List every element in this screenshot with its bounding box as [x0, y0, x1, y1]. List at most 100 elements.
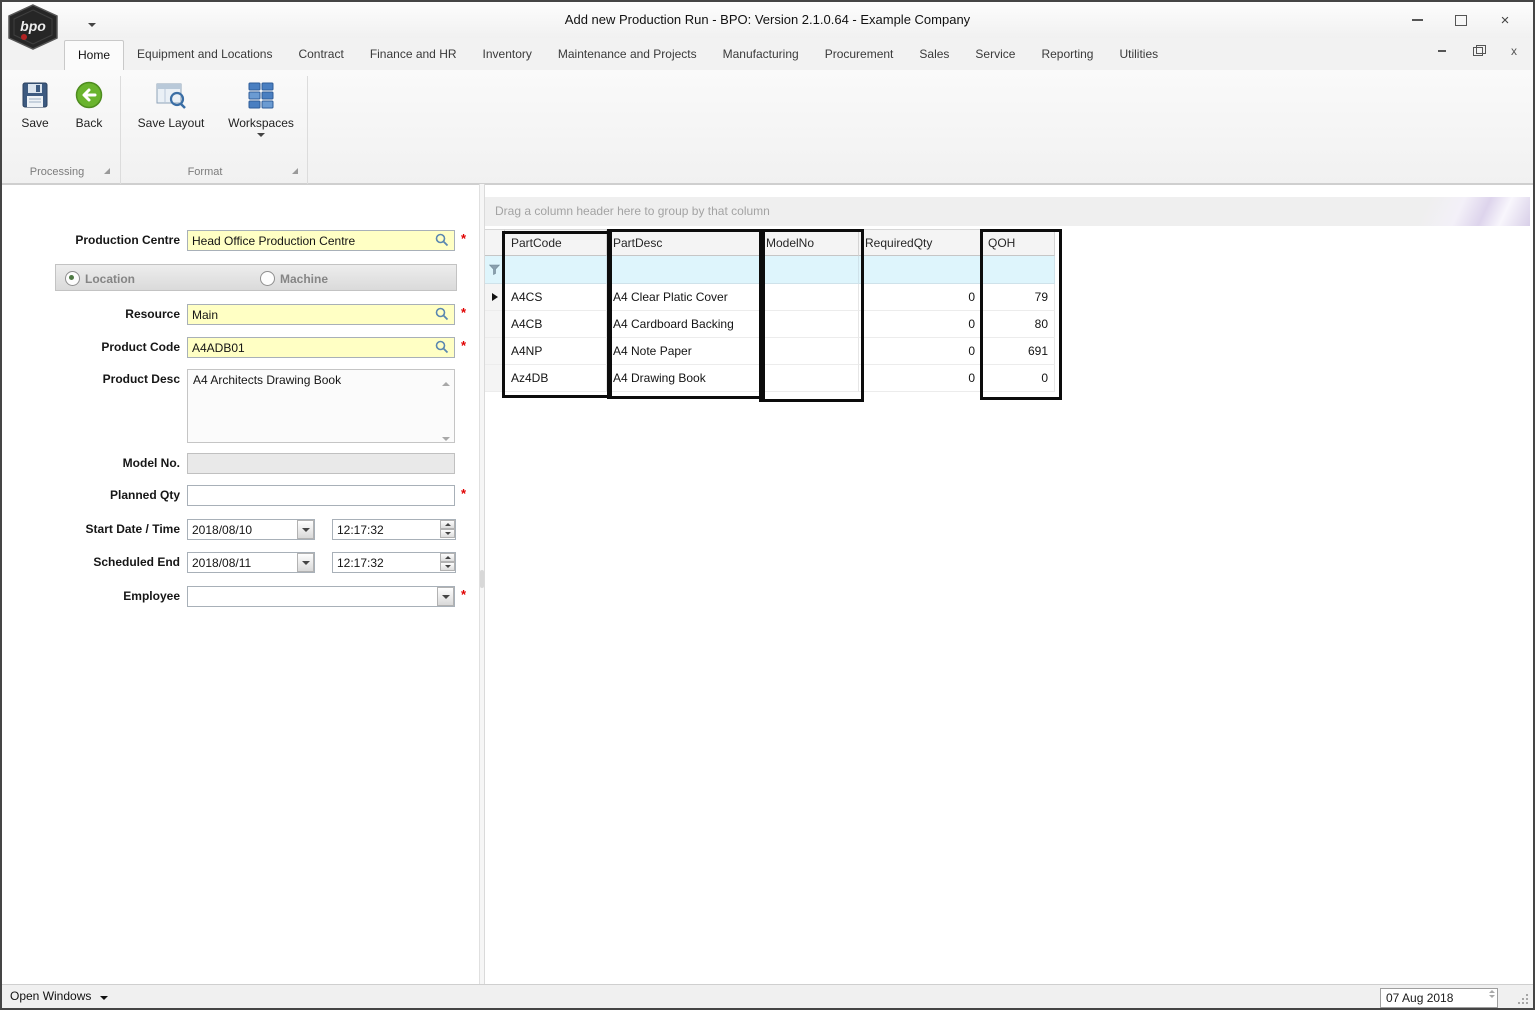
status-date-spin-down-icon[interactable]: [1489, 995, 1495, 998]
bpo-logo: bpo: [8, 4, 58, 50]
minimize-button[interactable]: [1395, 6, 1439, 34]
row-3-requiredqty: 0: [859, 338, 982, 365]
tab-equipment-and-locations[interactable]: Equipment and Locations: [124, 40, 285, 70]
end-date-dropdown-button[interactable]: [297, 553, 314, 572]
child-minimize-icon: [1438, 50, 1446, 52]
tab-contract[interactable]: Contract: [285, 40, 356, 70]
maximize-button[interactable]: [1439, 6, 1483, 34]
location-machine-toggle: Location Machine: [55, 264, 457, 291]
group-by-bar[interactable]: Drag a column header here to group by th…: [485, 197, 1530, 226]
workspaces-button[interactable]: Workspaces: [220, 78, 302, 154]
save-button-label: Save: [21, 116, 49, 130]
machine-radio[interactable]: [260, 271, 275, 286]
tab-home[interactable]: Home: [64, 40, 125, 70]
tab-reporting[interactable]: Reporting: [1028, 40, 1106, 70]
end-date-input[interactable]: [187, 552, 315, 573]
production-centre-search-icon[interactable]: [435, 233, 449, 247]
column-header-partdesc[interactable]: PartDesc: [607, 229, 760, 256]
product-desc-scroll-up-icon[interactable]: [442, 375, 450, 389]
product-code-search-icon[interactable]: [435, 340, 449, 354]
resource-search-icon[interactable]: [435, 307, 449, 321]
location-radio[interactable]: [65, 271, 80, 286]
row-1-requiredqty: 0: [859, 284, 982, 311]
child-restore-icon: [1473, 44, 1486, 56]
start-date-dropdown-button[interactable]: [297, 520, 314, 539]
filter-cell-partcode[interactable]: [505, 256, 607, 284]
status-bar: Open Windows 07 Aug 2018: [2, 984, 1533, 1008]
resize-grip[interactable]: [1516, 992, 1530, 1006]
status-date-spin-up-icon[interactable]: [1489, 990, 1495, 993]
product-desc-textarea[interactable]: A4 Architects Drawing Book: [187, 369, 455, 443]
resource-input[interactable]: [187, 304, 455, 325]
filter-cell-modelno[interactable]: [760, 256, 859, 284]
machine-radio-label: Machine: [280, 272, 329, 286]
product-code-required-marker: *: [461, 338, 467, 353]
tab-utilities[interactable]: Utilities: [1106, 40, 1171, 70]
grid-row-3[interactable]: A4NP A4 Note Paper 0 691: [485, 338, 1055, 365]
row-1-indicator: [485, 284, 505, 311]
window-controls: ×: [1395, 2, 1527, 38]
app-window: bpo Add new Production Run - BPO: Versio…: [0, 0, 1535, 1010]
start-time-input[interactable]: [332, 519, 456, 540]
filter-cell-partdesc[interactable]: [607, 256, 760, 284]
column-header-modelno[interactable]: ModelNo: [760, 229, 859, 256]
title-bar: bpo Add new Production Run - BPO: Versio…: [2, 2, 1533, 50]
format-dialog-launcher-icon[interactable]: [292, 168, 298, 174]
start-time-spin-up-button[interactable]: [440, 520, 455, 529]
tab-maintenance-and-projects[interactable]: Maintenance and Projects: [545, 40, 710, 70]
planned-qty-required-marker: *: [461, 486, 467, 501]
back-icon: [75, 81, 103, 109]
workspaces-dropdown-icon[interactable]: [257, 133, 265, 137]
row-1-partdesc: A4 Clear Platic Cover: [607, 284, 760, 311]
end-time-input[interactable]: [332, 552, 456, 573]
workspaces-button-label: Workspaces: [228, 116, 294, 130]
open-windows-button[interactable]: Open Windows: [10, 989, 108, 1003]
save-layout-button[interactable]: Save Layout: [130, 78, 212, 154]
grid-indicator-header: [485, 229, 505, 256]
row-3-modelno: [760, 338, 859, 365]
tab-manufacturing[interactable]: Manufacturing: [710, 40, 812, 70]
filter-cell-qoh[interactable]: [982, 256, 1055, 284]
close-button[interactable]: ×: [1483, 6, 1527, 34]
row-4-requiredqty: 0: [859, 365, 982, 392]
tab-sales[interactable]: Sales: [906, 40, 962, 70]
planned-qty-input[interactable]: [187, 485, 455, 506]
back-button[interactable]: Back: [66, 78, 112, 154]
grid-filter-row: [485, 256, 1055, 284]
child-minimize-button[interactable]: [1433, 42, 1451, 60]
tab-inventory[interactable]: Inventory: [470, 40, 545, 70]
end-time-spin-up-button[interactable]: [440, 553, 455, 562]
processing-dialog-launcher-icon[interactable]: [104, 168, 110, 174]
employee-input[interactable]: [187, 586, 455, 607]
start-date-input[interactable]: [187, 519, 315, 540]
employee-dropdown-button[interactable]: [437, 587, 454, 606]
status-date-picker[interactable]: 07 Aug 2018: [1380, 988, 1498, 1008]
start-time-spin-down-button[interactable]: [440, 529, 455, 538]
row-1-qoh: 79: [982, 284, 1055, 311]
save-button[interactable]: Save: [14, 78, 56, 154]
tab-procurement[interactable]: Procurement: [812, 40, 907, 70]
row-4-partdesc: A4 Drawing Book: [607, 365, 760, 392]
row-2-indicator: [485, 311, 505, 338]
child-restore-button[interactable]: [1469, 42, 1487, 60]
filter-icon[interactable]: [489, 264, 500, 275]
tab-service[interactable]: Service: [962, 40, 1028, 70]
ribbon-tab-bar: Home Equipment and Locations Contract Fi…: [2, 38, 1533, 70]
panel-splitter-grip[interactable]: [480, 570, 484, 588]
column-header-qoh[interactable]: QOH: [982, 229, 1055, 256]
grid-row-2[interactable]: A4CB A4 Cardboard Backing 0 80: [485, 311, 1055, 338]
child-close-button[interactable]: x: [1505, 42, 1523, 60]
filter-cell-requiredqty[interactable]: [859, 256, 982, 284]
tab-finance-and-hr[interactable]: Finance and HR: [357, 40, 470, 70]
grid-row-4[interactable]: Az4DB A4 Drawing Book 0 0: [485, 365, 1055, 392]
ribbon: Save Back Save Layout Workspaces Process…: [2, 70, 1533, 226]
start-date-time-label: Start Date / Time: [85, 522, 180, 536]
grid-row-1[interactable]: A4CS A4 Clear Platic Cover 0 79: [485, 284, 1055, 311]
product-code-input[interactable]: [187, 337, 455, 358]
production-centre-input[interactable]: [187, 230, 455, 251]
product-desc-scroll-down-icon[interactable]: [442, 430, 450, 444]
end-time-spin-down-button[interactable]: [440, 562, 455, 571]
column-header-partcode[interactable]: PartCode: [505, 229, 607, 256]
row-2-partcode: A4CB: [505, 311, 607, 338]
column-header-requiredqty[interactable]: RequiredQty: [859, 229, 982, 256]
